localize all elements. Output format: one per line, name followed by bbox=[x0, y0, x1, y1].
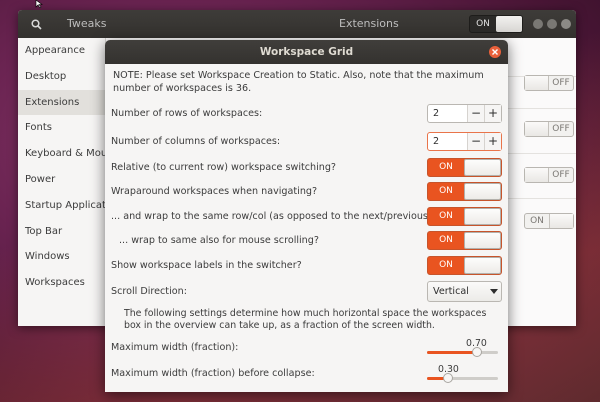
toggle-knob bbox=[525, 168, 549, 182]
rows-decrement-button[interactable]: − bbox=[467, 105, 484, 122]
sidebar-item-desktop[interactable]: Desktop bbox=[18, 64, 105, 90]
toggle-knob bbox=[525, 76, 549, 90]
dialog-close-button[interactable] bbox=[489, 46, 501, 58]
extensions-master-switch[interactable]: ON bbox=[469, 15, 523, 33]
switch-knob bbox=[464, 232, 501, 249]
sidebar-item-power[interactable]: Power bbox=[18, 167, 105, 193]
rows-spinbutton[interactable]: 2 − + bbox=[427, 104, 502, 123]
rows-increment-button[interactable]: + bbox=[484, 105, 501, 122]
sidebar: Appearance Desktop Extensions Fonts Keyb… bbox=[18, 38, 106, 326]
sidebar-item-top-bar[interactable]: Top Bar bbox=[18, 219, 105, 245]
rows-label: Number of rows of workspaces: bbox=[111, 108, 263, 119]
workspace-labels-label: Show workspace labels in the switcher? bbox=[111, 260, 302, 271]
sidebar-item-appearance[interactable]: Appearance bbox=[18, 38, 105, 64]
wrap-mouse-scroll-label: ... wrap to same also for mouse scrollin… bbox=[119, 235, 319, 246]
close-button[interactable] bbox=[561, 19, 571, 29]
switch-knob bbox=[464, 257, 501, 274]
slider-handle[interactable] bbox=[472, 347, 482, 357]
max-width-collapse-label: Maximum width (fraction) before collapse… bbox=[111, 368, 315, 379]
wraparound-switch[interactable]: ON bbox=[427, 182, 502, 201]
columns-value[interactable]: 2 bbox=[428, 133, 467, 150]
toggle-state-label: OFF bbox=[552, 124, 570, 134]
extension-toggle[interactable]: OFF bbox=[524, 121, 574, 137]
scroll-direction-value: Vertical bbox=[433, 286, 469, 297]
sidebar-item-extensions[interactable]: Extensions bbox=[18, 89, 105, 116]
wrap-same-rowcol-label: ... and wrap to the same row/col (as opp… bbox=[111, 211, 437, 222]
wrap-same-rowcol-switch[interactable]: ON bbox=[427, 207, 502, 226]
slider-handle[interactable] bbox=[443, 373, 453, 383]
maximize-button[interactable] bbox=[547, 19, 557, 29]
width-info-text: The following settings determine how muc… bbox=[124, 308, 487, 332]
wrap-mouse-scroll-switch[interactable]: ON bbox=[427, 231, 502, 250]
toggle-state-label: ON bbox=[530, 216, 544, 226]
switch-knob bbox=[496, 16, 522, 32]
note-text: NOTE: Please set Workspace Creation to S… bbox=[113, 70, 484, 94]
mouse-cursor-icon bbox=[35, 0, 43, 8]
sidebar-item-keyboard-mouse[interactable]: Keyboard & Mouse bbox=[18, 141, 105, 167]
columns-decrement-button[interactable]: − bbox=[467, 133, 484, 150]
columns-spinbutton[interactable]: 2 − + bbox=[427, 132, 502, 151]
minimize-button[interactable] bbox=[533, 19, 543, 29]
toggle-state-label: OFF bbox=[552, 170, 570, 180]
sidebar-item-windows[interactable]: Windows bbox=[18, 244, 105, 270]
tweaks-headerbar: Tweaks Extensions ON bbox=[18, 10, 576, 38]
rows-value[interactable]: 2 bbox=[428, 105, 467, 122]
switch-state-label: ON bbox=[439, 260, 453, 270]
extension-toggle[interactable]: ON bbox=[524, 213, 574, 229]
sidebar-item-workspaces[interactable]: Workspaces bbox=[18, 270, 105, 296]
max-width-slider[interactable] bbox=[427, 347, 498, 357]
workspace-grid-dialog: Workspace Grid NOTE: Please set Workspac… bbox=[105, 40, 508, 392]
switch-knob bbox=[464, 208, 501, 225]
switch-state-label: ON bbox=[439, 186, 453, 196]
sidebar-item-fonts[interactable]: Fonts bbox=[18, 115, 105, 141]
switch-knob bbox=[464, 183, 501, 200]
columns-label: Number of columns of workspaces: bbox=[111, 136, 281, 147]
scroll-direction-label: Scroll Direction: bbox=[111, 286, 187, 297]
dropdown-arrow-icon bbox=[487, 289, 501, 294]
extension-toggle[interactable]: OFF bbox=[524, 75, 574, 91]
slider-fill bbox=[427, 351, 477, 354]
max-width-label: Maximum width (fraction): bbox=[111, 342, 239, 353]
switch-state-label: ON bbox=[439, 162, 453, 172]
app-title: Tweaks bbox=[67, 17, 107, 30]
close-icon bbox=[492, 49, 498, 55]
columns-increment-button[interactable]: + bbox=[484, 133, 501, 150]
relative-switching-label: Relative (to current row) workspace swit… bbox=[111, 162, 337, 173]
search-icon bbox=[30, 18, 42, 30]
search-button[interactable] bbox=[26, 15, 46, 33]
toggle-knob bbox=[549, 214, 573, 228]
toggle-state-label: OFF bbox=[552, 78, 570, 88]
switch-state-label: ON bbox=[439, 211, 453, 221]
dialog-title: Workspace Grid bbox=[259, 46, 354, 58]
switch-state-label: ON bbox=[476, 19, 490, 29]
switch-knob bbox=[464, 159, 501, 176]
workspace-labels-switch[interactable]: ON bbox=[427, 256, 502, 275]
toggle-knob bbox=[525, 122, 549, 136]
wraparound-label: Wraparound workspaces when navigating? bbox=[111, 186, 318, 197]
extension-toggle[interactable]: OFF bbox=[524, 167, 574, 183]
sidebar-item-startup-applications[interactable]: Startup Applications bbox=[18, 193, 105, 219]
max-width-collapse-slider[interactable] bbox=[427, 373, 498, 383]
dialog-headerbar: Workspace Grid bbox=[105, 40, 508, 64]
switch-state-label: ON bbox=[439, 235, 453, 245]
section-title: Extensions bbox=[339, 17, 399, 30]
scroll-direction-combo[interactable]: Vertical bbox=[427, 281, 502, 302]
relative-switching-switch[interactable]: ON bbox=[427, 158, 502, 177]
